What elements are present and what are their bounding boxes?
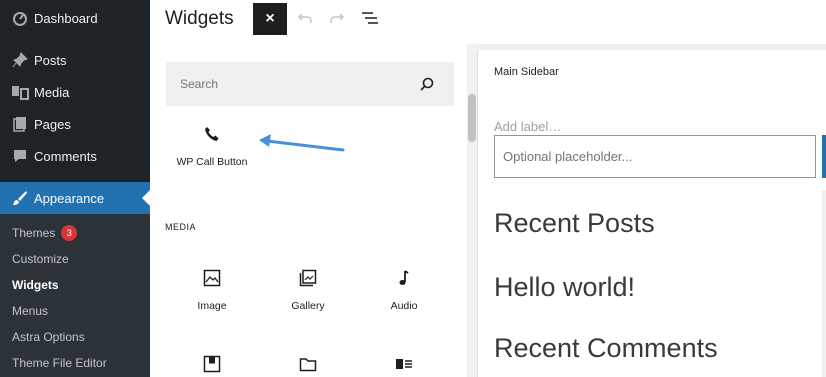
media-text-icon — [392, 352, 416, 376]
redo-icon[interactable] — [327, 8, 347, 28]
gallery-icon — [296, 266, 320, 290]
category-heading-media: MEDIA — [165, 222, 197, 232]
block-audio[interactable]: Audio — [359, 266, 449, 312]
recent-comments-heading[interactable]: Recent Comments — [494, 333, 718, 364]
widgets-editor-screen: Dashboard Posts Media Pages Comments App… — [0, 0, 826, 377]
sidebar-item-comments[interactable]: Comments — [0, 140, 150, 172]
submenu-label: Theme File Editor — [12, 356, 107, 370]
submenu-label: Customize — [12, 252, 69, 266]
submenu-label: Astra Options — [12, 330, 85, 344]
search-block-input[interactable] — [494, 135, 816, 178]
media-icon — [9, 84, 31, 100]
sidebar-item-pages[interactable]: Pages — [0, 108, 150, 140]
audio-icon — [392, 266, 416, 290]
canvas-top-divider — [477, 44, 826, 50]
submenu-label: Menus — [12, 304, 49, 318]
sidebar-item-label: Appearance — [34, 190, 105, 206]
image-icon — [200, 266, 224, 290]
block-cover[interactable] — [167, 352, 257, 376]
sidebar-item-media[interactable]: Media — [0, 76, 150, 108]
cover-icon — [200, 352, 224, 376]
canvas-edge — [822, 190, 826, 377]
sidebar-item-dashboard[interactable]: Dashboard — [0, 2, 150, 34]
block-label: Gallery — [291, 300, 325, 312]
widget-area-title[interactable]: Main Sidebar — [494, 66, 559, 78]
submenu-item-menus[interactable]: Menus — [12, 301, 48, 321]
submenu-item-customize[interactable]: Customize — [12, 249, 69, 269]
active-indicator — [142, 190, 150, 206]
submenu-label: Widgets — [12, 278, 59, 292]
submenu-label: Themes — [12, 226, 56, 240]
dashboard-icon — [9, 10, 31, 26]
sidebar-item-label: Dashboard — [34, 10, 98, 26]
search-submit-button[interactable] — [822, 135, 826, 178]
appearance-submenu: Themes 3 Customize Widgets Menus Astra O… — [0, 214, 150, 377]
submenu-item-theme-file-editor[interactable]: Theme File Editor — [12, 353, 107, 373]
comment-icon — [9, 148, 31, 164]
block-wp-call-button[interactable]: WP Call Button — [167, 122, 257, 168]
sidebar-item-label: Pages — [34, 116, 71, 132]
submenu-item-widgets[interactable]: Widgets — [12, 275, 59, 295]
inserter-scrollbar[interactable] — [467, 44, 477, 377]
update-count-badge: 3 — [61, 225, 78, 241]
recent-posts-heading[interactable]: Recent Posts — [494, 208, 655, 239]
block-label: WP Call Button — [176, 156, 248, 168]
pages-icon — [9, 116, 31, 132]
scrollbar-thumb[interactable] — [468, 94, 476, 142]
close-inserter-button[interactable]: × — [253, 3, 287, 35]
block-search — [166, 62, 454, 106]
block-gallery[interactable]: Gallery — [263, 266, 353, 312]
block-search-input[interactable] — [180, 74, 400, 94]
sidebar-item-label: Comments — [34, 148, 97, 164]
block-file[interactable] — [263, 352, 353, 376]
list-view-icon[interactable] — [360, 8, 380, 28]
submenu-item-themes[interactable]: Themes 3 — [12, 223, 78, 243]
sidebar-item-label: Posts — [34, 52, 67, 68]
sidebar-item-appearance[interactable]: Appearance — [0, 182, 150, 214]
block-media-text[interactable] — [359, 352, 449, 376]
pointer-arrow — [259, 134, 345, 152]
pin-icon — [9, 52, 31, 68]
submenu-item-astra-options[interactable]: Astra Options — [12, 327, 85, 347]
block-label: Image — [197, 300, 227, 312]
sidebar-item-label: Media — [34, 84, 70, 100]
phone-icon — [200, 122, 224, 146]
search-icon[interactable] — [418, 75, 436, 93]
block-image[interactable]: Image — [167, 266, 257, 312]
brush-icon — [9, 190, 31, 206]
block-label: Audio — [390, 300, 418, 312]
sidebar-item-posts[interactable]: Posts — [0, 44, 150, 76]
block-inserter-panel: WP Call Button MEDIA Image Gallery Audio — [150, 44, 470, 377]
page-title: Widgets — [165, 8, 234, 29]
admin-sidebar: Dashboard Posts Media Pages Comments App… — [0, 0, 150, 377]
post-link-hello-world[interactable]: Hello world! — [494, 272, 635, 303]
undo-icon[interactable] — [295, 8, 315, 28]
search-block-label[interactable]: Add label… — [494, 119, 561, 134]
file-icon — [296, 352, 320, 376]
